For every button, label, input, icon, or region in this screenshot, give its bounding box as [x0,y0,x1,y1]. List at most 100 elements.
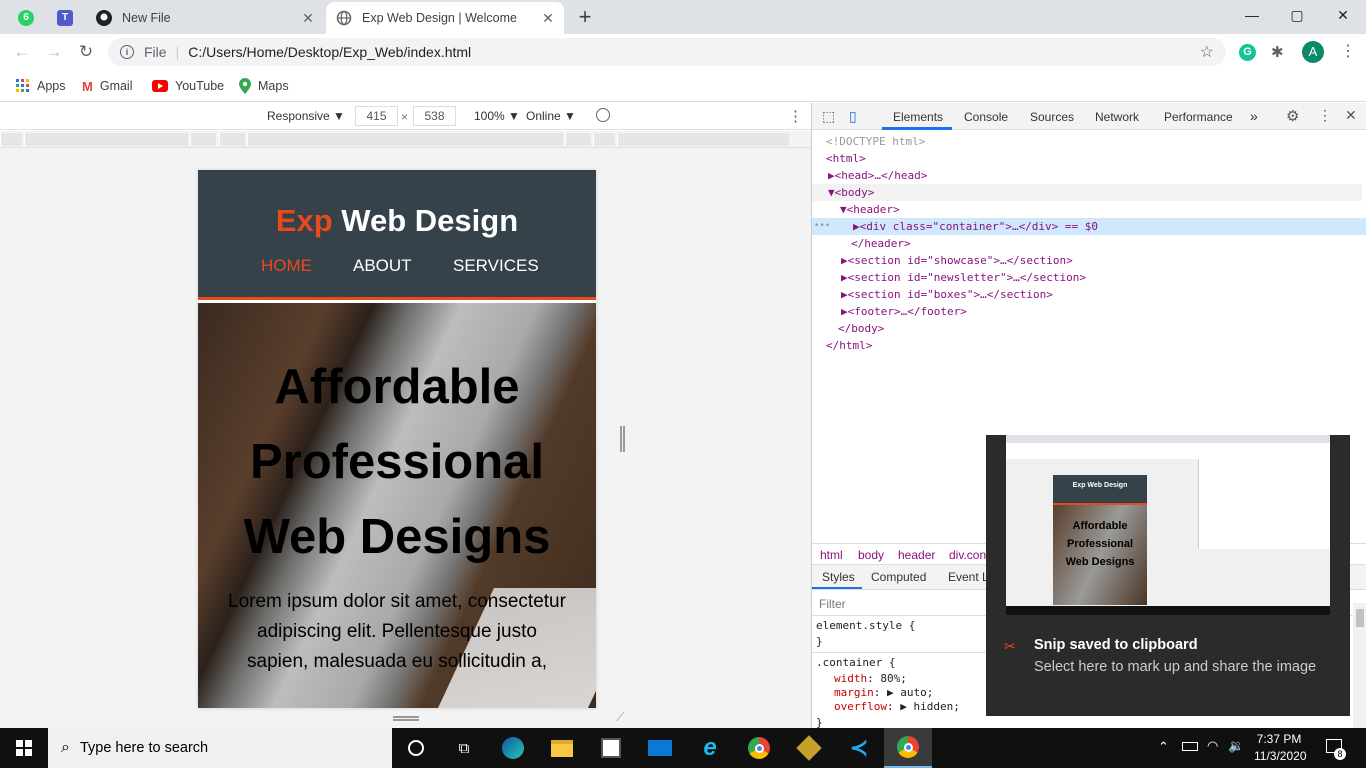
tab-styles[interactable]: Styles [822,570,855,584]
media-query-segment[interactable] [617,133,789,146]
resize-handle-bottom[interactable] [393,716,419,721]
media-query-segment[interactable] [593,133,615,146]
gear-icon[interactable]: ⚙ [1286,107,1299,125]
device-menu-dots-icon[interactable]: ⋮ [788,107,803,125]
zoom-select[interactable]: 100% ▼ [474,109,520,123]
dom-node[interactable]: ▼<header> [840,201,900,218]
dom-node[interactable]: ▶<section id="showcase">…</section> [841,252,1073,269]
chrome-icon[interactable] [735,728,783,768]
media-query-segment[interactable] [247,133,563,146]
menu-dots-icon[interactable]: ⋮ [1340,41,1356,61]
pinned-tab-teams[interactable]: T [50,5,80,30]
mail-icon[interactable] [636,728,684,768]
element-style-rule[interactable]: element.style { [816,617,915,634]
snip-notification-toast[interactable]: Exp Web Design Affordable Professional W… [986,435,1350,716]
new-tab-button[interactable]: + [574,6,596,28]
dom-node[interactable]: ▶<section id="newsletter">…</section> [841,269,1086,286]
css-prop-name[interactable]: overflow [834,700,887,713]
taskbar-clock[interactable]: 7:37 PM 11/3/2020 [1254,731,1307,765]
breadcrumb-header[interactable]: header [898,548,935,562]
tab-computed[interactable]: Computed [871,570,926,584]
tab-elements[interactable]: Elements [893,110,943,124]
breadcrumb-body[interactable]: body [858,548,884,562]
address-bar[interactable]: i File | C:/Users/Home/Desktop/Exp_Web/i… [108,38,1226,66]
more-tabs-icon[interactable]: » [1250,108,1258,124]
styles-scrollbar[interactable] [1353,603,1366,728]
tab-sources[interactable]: Sources [1030,110,1074,124]
tab-console[interactable]: Console [964,110,1008,124]
maximize-button[interactable]: ▢ [1274,0,1320,30]
tab-performance[interactable]: Performance [1164,110,1233,124]
bookmark-youtube[interactable]: YouTube [152,76,224,96]
media-query-segment[interactable] [190,133,216,146]
viewport-width-input[interactable]: 415 [355,106,398,126]
close-tab-icon[interactable]: ✕ [540,10,556,26]
forward-arrow-icon[interactable]: → [40,38,68,66]
nav-link-about[interactable]: ABOUT [353,256,412,276]
row-menu-ellipsis[interactable]: ••• [814,218,830,235]
taskbar-search-box[interactable]: ⌕ Type here to search [48,728,392,768]
site-logo[interactable]: Exp Web Design [198,203,596,239]
cortana-icon[interactable] [392,728,440,768]
wifi-icon[interactable]: ◠ [1207,738,1218,754]
device-toggle-icon[interactable]: ▯ [849,108,857,125]
css-prop-value[interactable]: ▶ hidden; [900,700,960,713]
nav-link-services[interactable]: SERVICES [453,256,539,276]
media-query-segment[interactable] [219,133,245,146]
container-rule-selector[interactable]: .container { [816,654,895,671]
bookmark-maps[interactable]: Maps [239,76,289,96]
extensions-icon[interactable]: ✱ [1271,43,1284,61]
close-tab-icon[interactable]: ✕ [300,10,316,26]
nav-link-home[interactable]: HOME [261,256,312,276]
dom-node[interactable]: </header> [851,235,911,252]
chrome-active-icon[interactable] [884,728,932,768]
star-icon[interactable]: ☆ [1200,42,1214,62]
tab-event-listeners[interactable]: Event L [948,570,989,584]
dom-node[interactable]: ▶<footer>…</footer> [841,303,967,320]
bookmark-gmail[interactable]: M Gmail [82,76,133,96]
chevron-up-icon[interactable]: ⌃ [1158,739,1169,755]
media-query-segment[interactable] [565,133,591,146]
dom-node[interactable]: ▼<body> [828,184,874,201]
dom-node[interactable]: </body> [838,320,884,337]
grammarly-icon[interactable]: G [1239,44,1256,61]
rotate-icon[interactable] [596,108,610,122]
close-window-button[interactable]: ✕ [1320,0,1366,30]
pinned-tab-whatsapp[interactable]: 6 [11,5,41,30]
close-devtools-icon[interactable]: ✕ [1345,107,1357,124]
reload-icon[interactable]: ↻ [72,38,100,66]
dom-node[interactable]: <!DOCTYPE html> [826,133,925,150]
breadcrumb-html[interactable]: html [820,548,843,562]
minimize-button[interactable]: — [1229,0,1275,30]
profile-avatar[interactable]: A [1302,41,1324,63]
tab-new-file[interactable]: New File ✕ [86,2,324,34]
edge-icon[interactable] [489,728,537,768]
volume-icon[interactable]: 🔉 [1228,738,1244,754]
file-explorer-icon[interactable] [538,728,586,768]
devtools-menu-icon[interactable]: ⋮ [1318,107,1332,124]
info-icon[interactable]: i [120,45,134,59]
resize-corner-icon[interactable]: ⟋ [616,710,624,725]
viewport-height-input[interactable]: 538 [413,106,456,126]
network-throttle-select[interactable]: Online ▼ [526,109,576,123]
dom-node[interactable]: ▶<head>…</head> [828,167,927,184]
tab-exp-web-design[interactable]: Exp Web Design | Welcome ✕ [326,2,564,34]
breadcrumb-div[interactable]: div.con [949,548,986,562]
media-query-segment[interactable] [0,133,22,146]
resize-handle-right[interactable] [620,426,625,452]
dom-node[interactable]: </html> [826,337,872,354]
vscode-icon[interactable]: ≺ [835,728,883,768]
tab-network[interactable]: Network [1095,110,1139,124]
windows-start-icon[interactable] [0,728,48,768]
battery-icon[interactable] [1182,742,1198,751]
task-view-icon[interactable]: ⧉ [440,728,488,768]
back-arrow-icon[interactable]: ← [8,38,36,66]
internet-explorer-icon[interactable]: e [686,728,734,768]
device-mode-select[interactable]: Responsive ▼ [267,109,345,123]
git-icon[interactable] [785,728,833,768]
dom-node[interactable]: <html> [826,150,866,167]
dom-node[interactable]: ▶<section id="boxes">…</section> [841,286,1053,303]
bookmark-apps[interactable]: Apps [16,76,66,96]
media-query-segment[interactable] [24,133,188,146]
store-icon[interactable] [587,728,635,768]
